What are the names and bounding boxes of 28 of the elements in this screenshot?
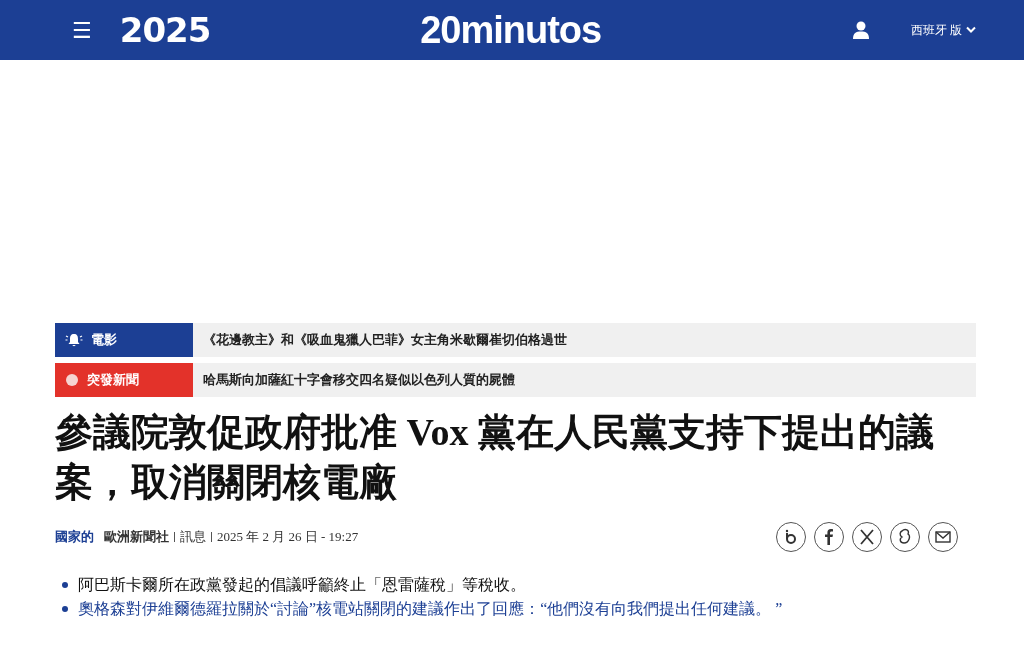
article-headline: 參議院敦促政府批准 Vox 黨在人民黨支持下提出的議案，取消關閉核電廠 — [55, 410, 935, 505]
chevron-down-icon — [966, 26, 976, 34]
summary-link[interactable]: 奧格森對伊維爾德羅拉關於“討論”核電站關閉的建議作出了回應：“他們沒有向我們提出任何建議。 ” — [78, 597, 783, 621]
edition-selector[interactable]: 西班牙 版 — [911, 21, 976, 39]
ticker-category: 突發新聞 — [87, 371, 139, 389]
other-share-button[interactable] — [890, 522, 920, 552]
author-name: 歐洲新聞社 — [104, 528, 169, 546]
facebook-share-button[interactable] — [814, 522, 844, 552]
article-type: 訊息 — [180, 528, 206, 546]
user-icon[interactable] — [851, 20, 871, 40]
menu-button[interactable]: ☰ — [72, 17, 92, 43]
bell-icon — [65, 332, 83, 348]
ticker-headline[interactable]: 《花邊教主》和《吸血鬼獵人巴菲》女主角米歇爾崔切伯格過世 — [193, 323, 567, 357]
year-logo[interactable]: 2025 — [119, 10, 211, 50]
publish-date: 2025 年 2 月 26 日 - 19:27 — [217, 528, 359, 546]
ticker-category: 電影 — [91, 331, 117, 349]
summary-text: 阿巴斯卡爾所在政黨發起的倡議呼籲終止「恩雷薩稅」等稅收。 — [78, 575, 526, 595]
section-link[interactable]: 國家的 — [55, 528, 94, 546]
ticker-label[interactable]: 電影 — [55, 323, 193, 357]
ticker-label[interactable]: 突發新聞 — [55, 363, 193, 397]
site-logo[interactable]: 20minutos — [210, 8, 811, 52]
bullet-dot — [62, 606, 68, 612]
email-share-button[interactable] — [928, 522, 958, 552]
live-dot-icon — [65, 373, 79, 387]
x-share-button[interactable] — [852, 522, 882, 552]
ticker-headline[interactable]: 哈馬斯向加薩紅十字會移交四名疑似以色列人質的屍體 — [193, 363, 515, 397]
bullet-dot — [62, 582, 68, 588]
share-share-button[interactable] — [776, 522, 806, 552]
